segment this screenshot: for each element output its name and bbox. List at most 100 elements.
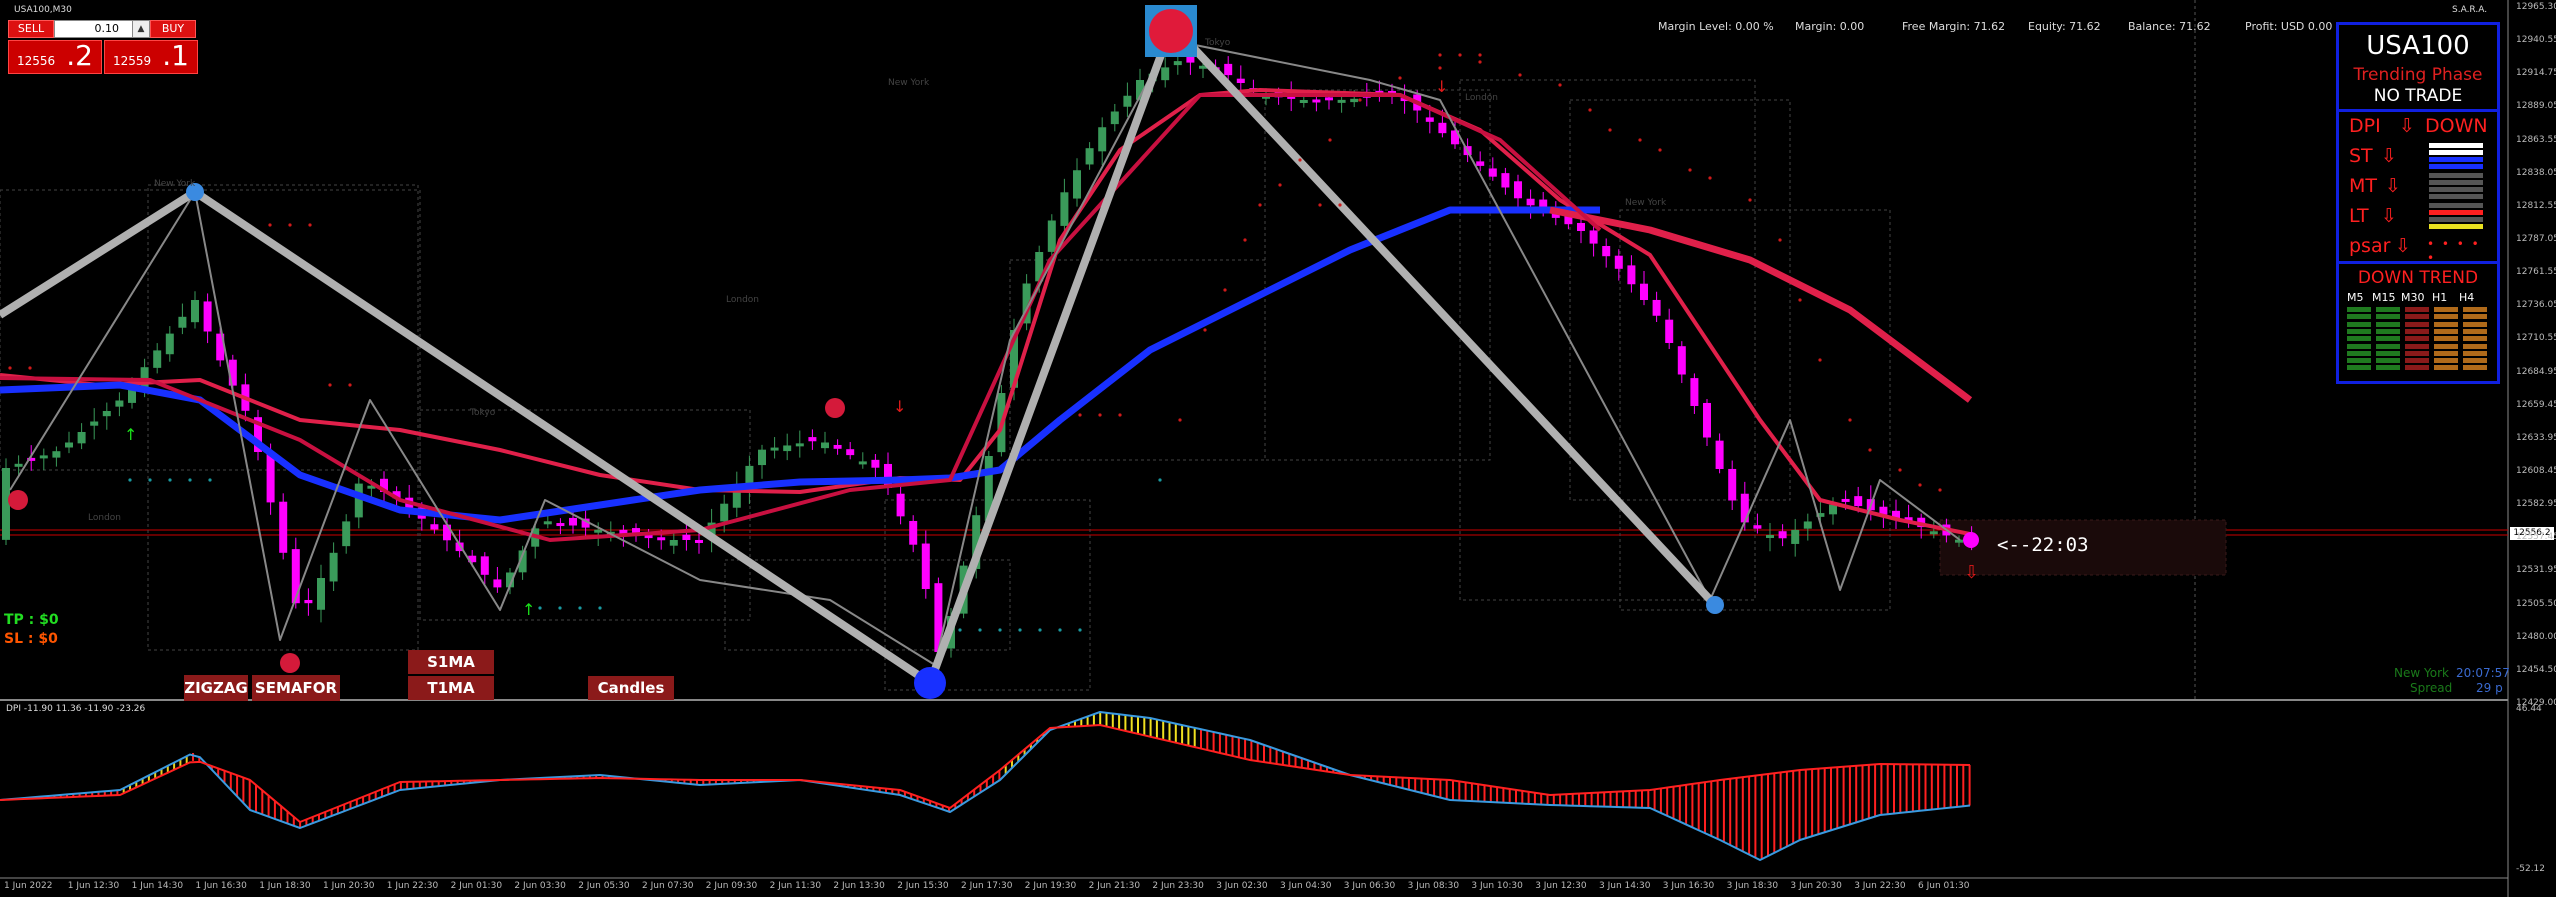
psar-dot — [168, 478, 172, 482]
candle-body — [833, 444, 842, 449]
t1ma-toggle-button[interactable]: T1MA — [408, 676, 494, 700]
candle-body — [115, 400, 124, 407]
psar-dot — [1358, 98, 1362, 102]
candle-body — [1236, 78, 1245, 83]
buy-arrow-icon: ↑ — [124, 425, 137, 444]
price-tick-label: 12787.05 — [2516, 234, 2556, 244]
tf-strength-segment — [2376, 321, 2400, 327]
lt-ma-swatch-icon — [2429, 203, 2483, 229]
price-tick-label: 12812.55 — [2516, 200, 2556, 211]
price-tick-label: 12838.05 — [2516, 167, 2556, 178]
candle-body — [1753, 525, 1762, 529]
psar-dot — [188, 478, 192, 482]
candle-body — [543, 521, 552, 525]
psar-dot — [1438, 66, 1442, 70]
psar-dot — [1398, 76, 1402, 80]
psar-dot — [1178, 418, 1182, 422]
candle-body — [1337, 99, 1346, 103]
buy-arrow-icon: ↑ — [522, 600, 535, 619]
psar-dot — [8, 366, 12, 370]
candle-body — [1350, 98, 1359, 103]
psar-dot — [558, 606, 562, 610]
price-tick-label: 12889.05 — [2516, 101, 2556, 112]
tf-strength-segment — [2347, 328, 2371, 334]
candle-body — [1715, 440, 1724, 469]
psar-dot — [1078, 628, 1082, 632]
candle-body — [39, 455, 48, 459]
zigzag-toggle-button[interactable]: ZIGZAG — [184, 675, 248, 701]
time-tick-label: 2 Jun 03:30 — [514, 881, 566, 891]
st-down-arrow-icon: ⇩ — [2381, 145, 2397, 167]
time-tick-label: 2 Jun 23:30 — [1152, 881, 1204, 891]
s1ma-toggle-button[interactable]: S1MA — [408, 650, 494, 674]
sell-price-box[interactable]: 12556 .2 — [8, 39, 102, 74]
session-label: Tokyo — [1204, 38, 1231, 48]
tf-strength-segment — [2405, 336, 2429, 342]
price-tick-label: 12531.95 — [2516, 565, 2556, 576]
tf-strength-segment — [2376, 365, 2400, 371]
bar-countdown: <--22:03 — [1997, 534, 2089, 556]
tf-strength-segment — [2405, 307, 2429, 312]
tf-strength-segment — [2463, 365, 2487, 371]
psar-dot — [1438, 53, 1442, 57]
time-tick-label: 3 Jun 14:30 — [1599, 881, 1651, 891]
psar-dot — [1688, 168, 1692, 172]
tf-strength-segment — [2376, 314, 2400, 320]
candle-body — [77, 432, 86, 444]
lot-size-input[interactable]: 0.10 — [54, 20, 138, 38]
candle-body — [921, 543, 930, 589]
price-chart[interactable]: ↑ ↑ ↓ ↓ ⇩ New York London Tokyo New York London To… — [0, 0, 2556, 897]
dpi-label: DPI — [2349, 115, 2381, 137]
buy-button[interactable]: BUY — [150, 20, 196, 38]
tf-h4: H4 — [2459, 291, 2475, 304]
price-tick-label: 12940.55 — [2516, 35, 2556, 46]
semafor-high-dot — [8, 490, 28, 510]
candle-body — [304, 599, 313, 604]
candle-body — [682, 534, 691, 540]
time-tick-label: 2 Jun 09:30 — [705, 881, 758, 891]
trend-dashboard: USA100 Trending Phase NO TRADE DPI ⇩ DOW… — [2336, 22, 2500, 384]
semafor-toggle-button[interactable]: SEMAFOR — [252, 675, 340, 701]
time-tick-label: 1 Jun 2022 — [4, 881, 53, 891]
time-tick-label: 1 Jun 18:30 — [259, 881, 311, 891]
sell-arrow-icon: ⇩ — [1964, 562, 1979, 583]
time-tick-label: 1 Jun 12:30 — [67, 881, 120, 891]
price-tick-label: 12965.30 — [2516, 2, 2556, 12]
psar-dot — [348, 383, 352, 387]
psar-dot — [1328, 138, 1332, 142]
price-tick-label: 12454.50 — [2516, 664, 2556, 675]
semafor-low-dot — [914, 667, 946, 699]
candle-body — [1425, 117, 1434, 122]
candle-body — [178, 316, 187, 328]
candle-body — [1690, 378, 1699, 406]
time-tick-label: 2 Jun 05:30 — [578, 881, 630, 891]
candle-body — [1224, 63, 1233, 76]
divider — [2339, 109, 2497, 112]
time-tick-label: 1 Jun 22:30 — [386, 881, 439, 891]
slow-ma-line — [1549, 206, 1973, 403]
psar-dot — [268, 223, 272, 227]
time-tick-label: 2 Jun 21:30 — [1088, 881, 1141, 891]
sell-arrow-icon: ↓ — [1435, 77, 1448, 96]
lot-increase-icon[interactable]: ▲ — [132, 20, 150, 38]
mt-label: MT — [2349, 175, 2377, 197]
psar-dot — [1588, 108, 1592, 112]
candles-toggle-button[interactable]: Candles — [588, 676, 674, 700]
psar-dot — [1778, 238, 1782, 242]
candle-body — [909, 520, 918, 545]
candle-body — [569, 517, 577, 526]
buy-price-box[interactable]: 12559 .1 — [104, 39, 198, 74]
sell-arrow-icon: ↓ — [893, 397, 906, 416]
candle-body — [1614, 255, 1623, 269]
psar-dot — [1098, 413, 1102, 417]
candle-body — [279, 501, 288, 553]
candle-body — [770, 447, 779, 451]
psar-dot — [328, 383, 332, 387]
tf-strength-segment — [2347, 343, 2371, 349]
tf-strength-segment — [2405, 350, 2429, 356]
sell-button[interactable]: SELL — [8, 20, 54, 38]
dpi-down-arrow-icon: ⇩ — [2399, 115, 2415, 137]
tf-strength-segment — [2376, 358, 2400, 364]
psar-dot — [1158, 478, 1162, 482]
candle-body — [783, 445, 792, 452]
